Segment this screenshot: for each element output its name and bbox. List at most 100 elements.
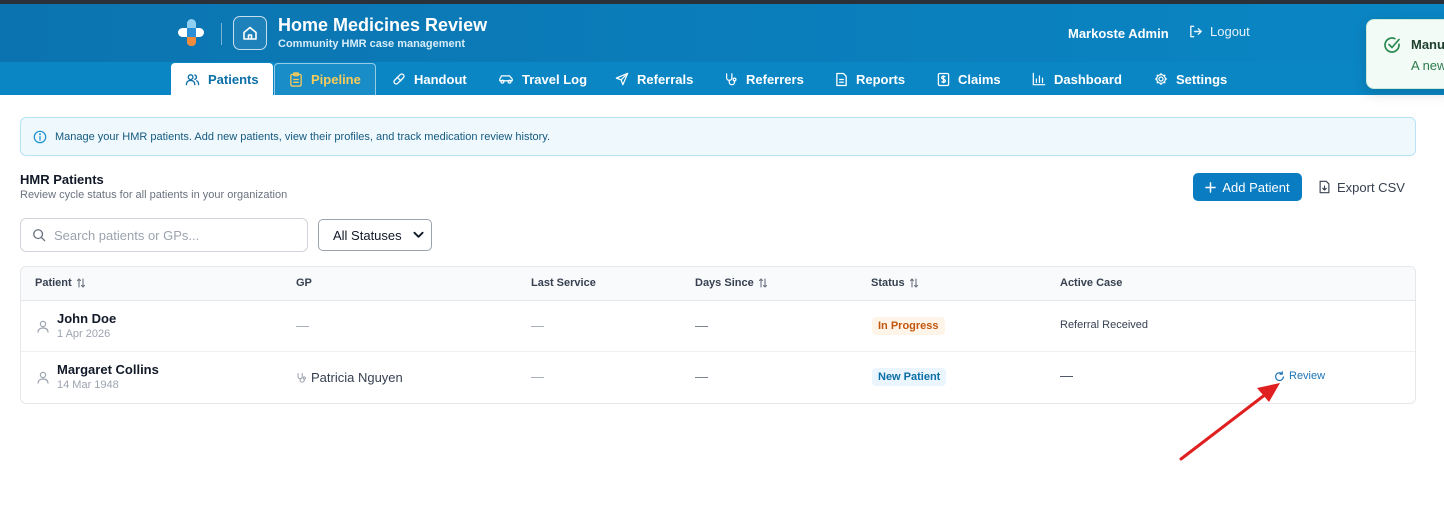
tab-patients[interactable]: Patients xyxy=(171,63,273,95)
patient-name: Margaret Collins xyxy=(57,362,159,377)
app-logo-icon xyxy=(178,19,204,46)
column-label: GP xyxy=(296,277,312,289)
tab-claims[interactable]: Claims xyxy=(937,63,1001,95)
column-label: Last Service xyxy=(531,277,596,289)
file-download-icon xyxy=(1319,180,1330,194)
days-since-cell: — xyxy=(695,318,708,333)
search-input[interactable] xyxy=(54,227,284,243)
sort-icon xyxy=(909,278,918,288)
table-header: Patient GP Last Service Days Since Statu… xyxy=(21,267,1415,301)
app-subtitle: Community HMR case management xyxy=(278,38,466,50)
tab-label: Claims xyxy=(958,71,1001,87)
tab-settings[interactable]: Settings xyxy=(1154,63,1227,95)
tab-dashboard[interactable]: Dashboard xyxy=(1032,63,1122,95)
tab-label: Reports xyxy=(856,71,906,87)
section-title: HMR Patients xyxy=(20,172,104,187)
sort-icon xyxy=(76,278,85,288)
column-label: Active Case xyxy=(1060,277,1123,289)
file-icon xyxy=(836,72,847,86)
logout-button[interactable]: Logout xyxy=(1188,24,1250,39)
tab-label: Referrers xyxy=(746,71,804,87)
add-patient-button[interactable]: Add Patient xyxy=(1193,173,1302,201)
app-title: Home Medicines Review xyxy=(278,15,488,35)
refresh-icon xyxy=(1275,370,1284,381)
active-case-cell: — xyxy=(1060,368,1073,383)
gp-cell: Patricia Nguyen xyxy=(296,370,403,385)
section-subtitle: Review cycle status for all patients in … xyxy=(20,189,288,201)
column-label: Status xyxy=(871,277,905,289)
logout-icon xyxy=(1190,25,1202,38)
tab-label: Referrals xyxy=(637,71,694,87)
app-header: Home Medicines Review Community HMR case… xyxy=(0,4,1444,62)
column-header-gp: GP xyxy=(296,277,312,289)
search-field[interactable] xyxy=(20,218,308,252)
sort-icon xyxy=(758,278,767,288)
add-patient-label: Add Patient xyxy=(1222,179,1290,195)
status-badge: In Progress xyxy=(872,317,945,335)
table-row[interactable]: John Doe 1 Apr 2026 — — — In Progress Re… xyxy=(21,301,1415,352)
tab-pipeline[interactable]: Pipeline xyxy=(274,63,376,95)
home-icon xyxy=(243,26,257,40)
days-since-cell: — xyxy=(695,369,708,384)
table-row[interactable]: Margaret Collins 14 Mar 1948 Patricia Ng… xyxy=(21,352,1415,403)
export-csv-label: Export CSV xyxy=(1337,179,1405,195)
column-header-last-service: Last Service xyxy=(531,277,596,289)
info-banner: Manage your HMR patients. Add new patien… xyxy=(20,117,1416,156)
column-label: Days Since xyxy=(695,277,754,289)
column-header-patient[interactable]: Patient xyxy=(35,277,86,289)
home-button[interactable] xyxy=(233,16,267,50)
check-circle-icon xyxy=(1384,37,1400,53)
tab-label: Handout xyxy=(414,71,467,87)
pill-icon xyxy=(393,73,405,85)
gp-cell: — xyxy=(296,318,309,333)
logout-label: Logout xyxy=(1210,24,1250,39)
plus-icon xyxy=(1205,181,1217,193)
patient-dob: 14 Mar 1948 xyxy=(57,379,119,391)
user-icon xyxy=(37,371,49,384)
status-filter-select[interactable]: All Statuses xyxy=(318,219,432,251)
patients-table: Patient GP Last Service Days Since Statu… xyxy=(20,266,1416,404)
info-banner-text: Manage your HMR patients. Add new patien… xyxy=(55,130,551,143)
patient-cell: John Doe 1 Apr 2026 xyxy=(57,311,116,340)
tab-label: Travel Log xyxy=(522,71,588,87)
export-csv-button[interactable]: Export CSV xyxy=(1318,173,1405,201)
review-label: Review xyxy=(1289,370,1326,382)
column-header-days-since[interactable]: Days Since xyxy=(695,277,768,289)
stethoscope-icon xyxy=(297,372,306,383)
user-name: Markoste Admin xyxy=(1068,26,1169,41)
dollar-icon xyxy=(937,72,950,86)
last-service-cell: — xyxy=(531,318,544,333)
toast-title: Manu xyxy=(1411,37,1444,52)
column-label: Patient xyxy=(35,277,72,289)
toast-notification[interactable]: Manu A new xyxy=(1366,19,1444,89)
tab-reports[interactable]: Reports xyxy=(835,63,905,95)
active-case-cell: Referral Received xyxy=(1060,319,1149,331)
bar-chart-icon xyxy=(1032,72,1046,86)
stethoscope-icon xyxy=(726,72,737,85)
tab-referrals[interactable]: Referrals xyxy=(615,63,693,95)
status-filter-value: All Statuses xyxy=(333,227,402,243)
patient-name: John Doe xyxy=(57,311,117,326)
tab-label: Dashboard xyxy=(1054,71,1122,87)
main-nav: Patients Pipeline Handout Travel Log Ref… xyxy=(0,62,1444,95)
clipboard-icon xyxy=(290,72,302,87)
tab-referrers[interactable]: Referrers xyxy=(724,63,804,95)
last-service-cell: — xyxy=(531,369,544,384)
gear-icon xyxy=(1155,73,1167,85)
tab-handout[interactable]: Handout xyxy=(392,63,467,95)
gp-name: Patricia Nguyen xyxy=(311,370,403,385)
info-icon xyxy=(33,130,47,143)
column-header-active-case: Active Case xyxy=(1060,277,1122,289)
user-icon xyxy=(37,320,49,333)
users-icon xyxy=(185,73,200,85)
chevron-down-icon xyxy=(413,231,424,238)
patient-dob: 1 Apr 2026 xyxy=(57,328,111,340)
column-header-status[interactable]: Status xyxy=(871,277,919,289)
tab-travel-log[interactable]: Travel Log xyxy=(498,63,587,95)
review-button[interactable]: Review xyxy=(1274,370,1325,382)
patient-cell: Margaret Collins 14 Mar 1948 xyxy=(57,362,159,391)
tab-label: Patients xyxy=(208,71,259,87)
car-icon xyxy=(499,75,513,84)
header-divider xyxy=(221,23,222,45)
send-icon xyxy=(615,72,629,86)
